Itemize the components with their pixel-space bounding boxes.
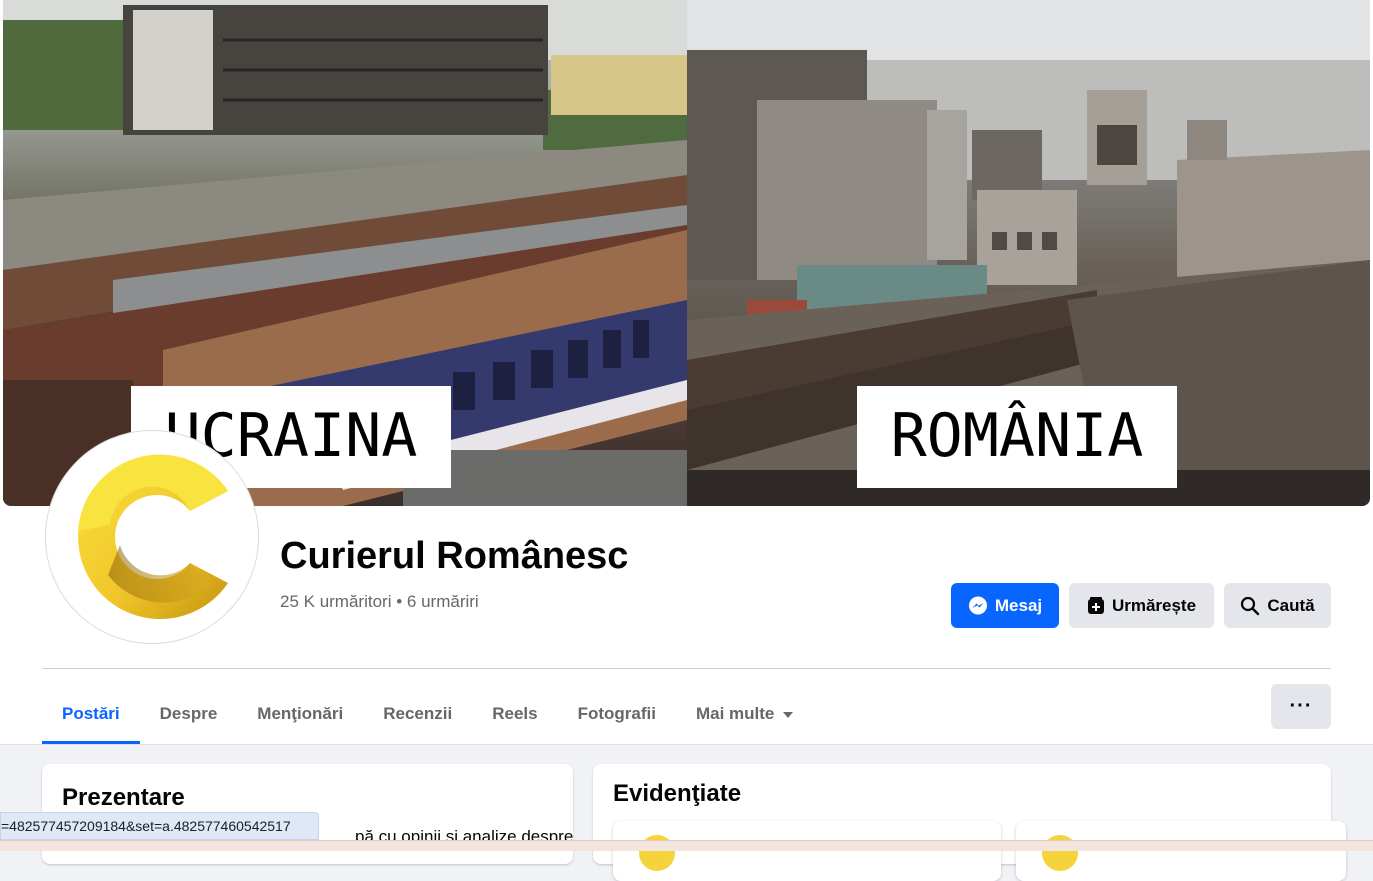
page-header: UCRAINA ROMÂNIA Curierul Românesc 25 K u… xyxy=(0,0,1373,745)
tab-mentionari[interactable]: Menţionări xyxy=(237,684,363,744)
tab-mai-multe-label: Mai multe xyxy=(695,704,775,723)
message-label: Mesaj xyxy=(994,595,1043,615)
message-button[interactable]: Mesaj xyxy=(951,583,1059,628)
page-tabs: Postări Despre Menţionări Recenzii Reels… xyxy=(42,684,813,744)
highlight-item[interactable] xyxy=(1016,821,1346,881)
intro-title: Prezentare xyxy=(62,784,185,811)
following-count[interactable]: 6 urmăriri xyxy=(407,592,479,611)
follow-button[interactable]: Urmărește xyxy=(1069,583,1214,628)
status-url: =482577457209184&set=a.482577460542517 xyxy=(1,818,291,834)
header-bottom-border xyxy=(0,744,1373,745)
more-options-button[interactable]: ··· xyxy=(1271,684,1331,729)
follow-plus-icon xyxy=(1087,596,1104,614)
highlight-item[interactable] xyxy=(613,821,1001,881)
logo-c-icon xyxy=(50,435,254,639)
cover-photo[interactable]: UCRAINA ROMÂNIA xyxy=(3,0,1370,506)
search-label: Caută xyxy=(1267,595,1315,615)
tab-postari[interactable]: Postări xyxy=(42,684,140,744)
cover-image-ukraine: UCRAINA xyxy=(3,0,687,506)
cover-image-romania: ROMÂNIA xyxy=(687,0,1370,506)
link-status-bar: =482577457209184&set=a.482577460542517 xyxy=(0,812,319,840)
follower-stats: 25 K urmăritori • 6 urmăriri xyxy=(280,592,479,612)
tab-despre[interactable]: Despre xyxy=(140,684,238,744)
page-avatar[interactable] xyxy=(46,431,258,643)
tab-mai-multe[interactable]: Mai multe xyxy=(676,684,813,744)
tab-reels[interactable]: Reels xyxy=(472,684,557,744)
bottom-edge xyxy=(0,840,1373,851)
search-button[interactable]: Caută xyxy=(1224,583,1331,628)
tab-recenzii[interactable]: Recenzii xyxy=(363,684,472,744)
followers-count[interactable]: 25 K urmăritori xyxy=(280,592,391,611)
page-title: Curierul Românesc xyxy=(280,535,629,577)
follow-label: Urmărește xyxy=(1111,595,1197,615)
header-divider xyxy=(42,668,1331,669)
search-icon xyxy=(1241,596,1260,615)
caret-down-icon xyxy=(783,712,794,718)
tab-fotografii[interactable]: Fotografii xyxy=(558,684,676,744)
cover-label-romania: ROMÂNIA xyxy=(857,386,1177,488)
stats-separator: • xyxy=(396,592,403,611)
highlights-title: Evidenţiate xyxy=(613,780,742,807)
messenger-icon xyxy=(968,596,987,614)
